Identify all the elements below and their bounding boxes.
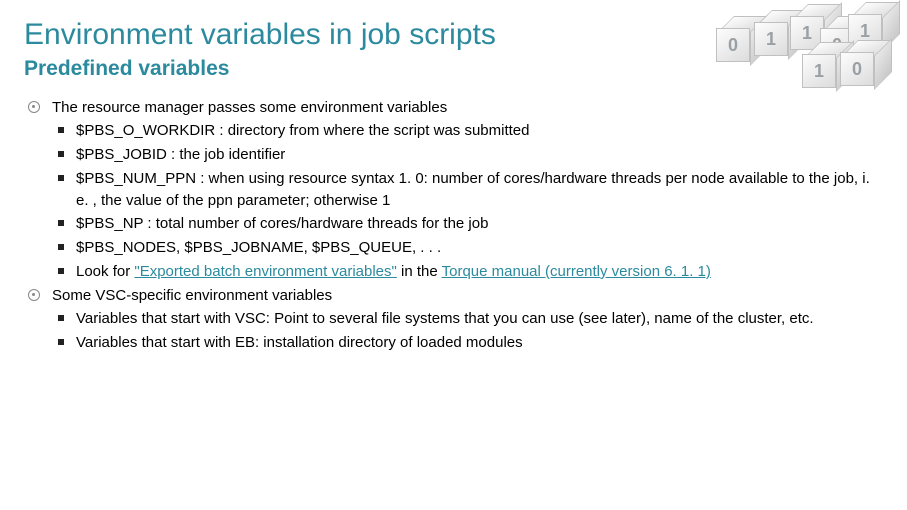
cube-face: 1 (754, 22, 788, 56)
cube-face: 0 (716, 28, 750, 62)
list-item-text: $PBS_NP : total number of cores/hardware… (76, 215, 488, 232)
list-item: The resource manager passes some environ… (24, 97, 883, 119)
list-item-text: Variables that start with VSC: Point to … (76, 310, 814, 327)
ring-bullet-icon (28, 101, 40, 113)
ring-bullet-icon (28, 289, 40, 301)
list-item-text: $PBS_JOBID : the job identifier (76, 146, 285, 163)
list-item-text: $PBS_NUM_PPN : when using resource synta… (76, 170, 870, 209)
slide: 0 1 1 0 1 1 0 Environment variables in j… (0, 0, 907, 510)
list-item: $PBS_NP : total number of cores/hardware… (24, 213, 883, 235)
exported-vars-link[interactable]: "Exported batch environment variables" (134, 263, 396, 280)
list-item: $PBS_NODES, $PBS_JOBNAME, $PBS_QUEUE, . … (24, 237, 883, 259)
list-item-text: Some VSC-specific environment variables (52, 287, 332, 304)
cube-face: 0 (840, 52, 874, 86)
list-item-text-prefix: Look for (76, 263, 134, 280)
list-item: $PBS_NUM_PPN : when using resource synta… (24, 168, 883, 212)
torque-manual-link[interactable]: Torque manual (currently version 6. 1. 1… (442, 263, 711, 280)
list-item-text: $PBS_NODES, $PBS_JOBNAME, $PBS_QUEUE, . … (76, 239, 441, 256)
list-item: $PBS_O_WORKDIR : directory from where th… (24, 120, 883, 142)
list-item: Some VSC-specific environment variables (24, 285, 883, 307)
list-item-text: Variables that start with EB: installati… (76, 334, 523, 351)
list-item-text-mid: in the (397, 263, 442, 280)
cube-face: 1 (802, 54, 836, 88)
list-item: Variables that start with VSC: Point to … (24, 308, 883, 330)
list-item: Variables that start with EB: installati… (24, 332, 883, 354)
list-item-text: The resource manager passes some environ… (52, 99, 447, 116)
content-body: The resource manager passes some environ… (24, 97, 883, 354)
list-item: $PBS_JOBID : the job identifier (24, 144, 883, 166)
list-item: Look for "Exported batch environment var… (24, 261, 883, 283)
list-item-text: $PBS_O_WORKDIR : directory from where th… (76, 122, 529, 139)
decorative-cubes: 0 1 1 0 1 1 0 (712, 6, 897, 86)
